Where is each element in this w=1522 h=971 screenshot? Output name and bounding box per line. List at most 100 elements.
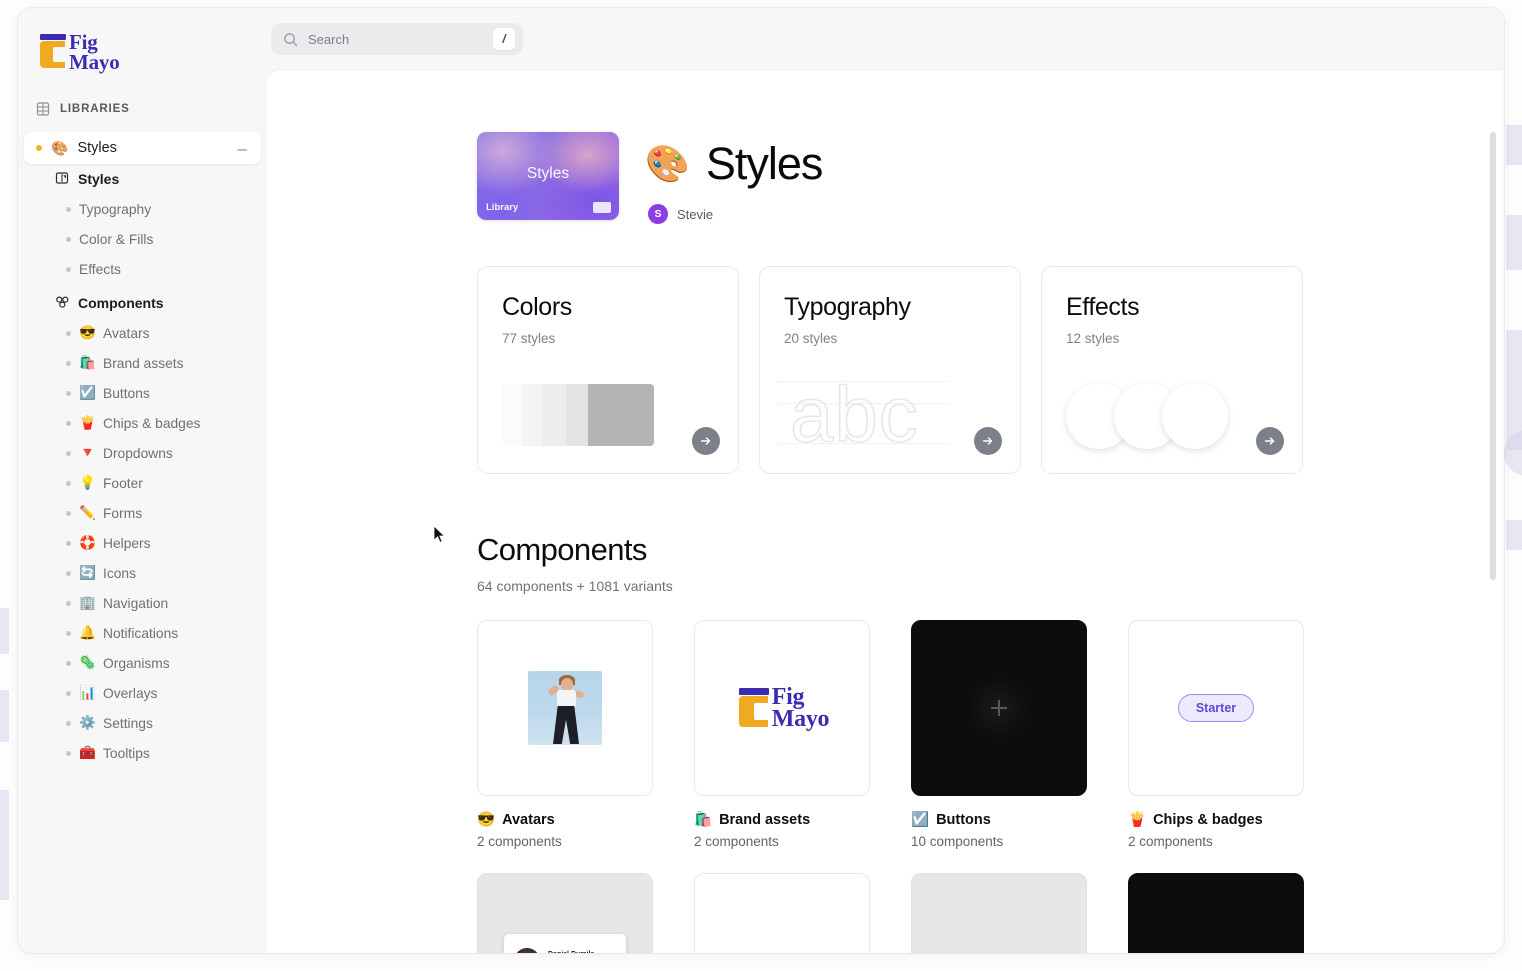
sidebar-item-label: Brand assets (103, 355, 184, 371)
component-card-footer[interactable] (694, 873, 870, 953)
sidebar-item-organisms[interactable]: 🦠 Organisms (24, 648, 261, 678)
component-card-chips-badges[interactable]: Starter 🍟 Chips & badges 2 components (1128, 620, 1304, 849)
sidebar: Fig Mayo LIBRARIES 🎨 Styles – Styles Typ… (18, 8, 267, 953)
sidebar-item-overlays[interactable]: 📊 Overlays (24, 678, 261, 708)
sidebar-item-settings[interactable]: ⚙️ Settings (24, 708, 261, 738)
component-card-helpers[interactable] (1128, 873, 1304, 953)
component-card-name-text: Chips & badges (1153, 811, 1263, 828)
components-grid: 😎 Avatars 2 components Fig Mayo 🛍️ Brand… (477, 620, 1492, 953)
bullet-icon (66, 360, 71, 366)
arrow-right-icon (982, 437, 993, 445)
effects-preview (1066, 383, 1228, 449)
status-dot-icon (36, 145, 42, 151)
sidebar-item-footer[interactable]: 💡 Footer (24, 468, 261, 498)
sidebar-item-chips-badges[interactable]: 🍟 Chips & badges (24, 408, 261, 438)
component-card-preview: Label (911, 873, 1087, 953)
owner-name: Stevie (677, 206, 714, 222)
vertical-scrollbar[interactable] (1490, 132, 1496, 580)
component-card-preview: Starter (1128, 620, 1304, 796)
sidebar-item-tooltips[interactable]: 🧰 Tooltips (24, 738, 261, 768)
avatars-emoji-icon: 😎 (477, 812, 496, 828)
sidebar-item-icons[interactable]: 🔄 Icons (24, 558, 261, 588)
avatars-emoji-icon: 😎 (79, 325, 96, 341)
search-shortcut-badge: / (493, 28, 515, 50)
sidebar-item-typography[interactable]: Typography (24, 194, 261, 224)
component-card-name-text: Brand assets (719, 811, 811, 828)
search-icon (284, 32, 298, 46)
helpers-emoji-icon: 🛟 (79, 535, 96, 551)
arrow-right-icon (700, 437, 711, 445)
bullet-icon (66, 570, 71, 576)
style-card-arrow-button[interactable] (1256, 427, 1284, 455)
typography-preview-text: abc (789, 370, 919, 458)
sidebar-section-libraries: LIBRARIES (18, 92, 267, 126)
component-card-avatars[interactable]: 😎 Avatars 2 components (477, 620, 653, 849)
dropdowns-emoji-icon: 🔻 (79, 445, 96, 461)
bullet-icon (66, 630, 71, 636)
sidebar-item-label: Forms (103, 505, 143, 521)
component-card-buttons[interactable]: ☑️ Buttons 10 components (911, 620, 1087, 849)
notifications-emoji-icon: 🔔 (79, 625, 96, 641)
component-card-preview: Daniel Dumile DanielDee@gmail.com (477, 873, 653, 953)
sidebar-library-label: Styles (77, 140, 117, 156)
components-icon (54, 295, 70, 312)
page-title: 🎨 Styles (645, 138, 823, 190)
sidebar-item-avatars[interactable]: 😎 Avatars (24, 318, 261, 348)
sidebar-item-label: Settings (103, 715, 153, 731)
user-card-preview: Daniel Dumile DanielDee@gmail.com (504, 934, 626, 953)
arrow-right-icon (1264, 437, 1275, 445)
sidebar-item-label: Tooltips (103, 745, 150, 761)
component-card-name-text: Buttons (936, 811, 991, 828)
user-card-name: Daniel Dumile (548, 951, 594, 953)
sidebar-item-notifications[interactable]: 🔔 Notifications (24, 618, 261, 648)
component-card-forms[interactable]: Label (911, 873, 1087, 953)
sidebar-item-forms[interactable]: ✏️ Forms (24, 498, 261, 528)
buttons-emoji-icon: ☑️ (79, 385, 96, 401)
style-card-typography[interactable]: Typography 20 styles abc (759, 266, 1021, 474)
style-card-colors[interactable]: Colors 77 styles (477, 266, 739, 474)
sidebar-item-label: Overlays (103, 685, 158, 701)
style-card-arrow-button[interactable] (974, 427, 1002, 455)
color-swatches-preview (502, 384, 654, 446)
brand-logo[interactable]: Fig Mayo (18, 8, 267, 80)
sidebar-item-effects[interactable]: Effects (24, 254, 261, 284)
content-canvas: Styles Library 🎨 Styles S Stevie Colors … (267, 70, 1502, 953)
bullet-icon (66, 720, 71, 726)
components-subtitle: 64 components + 1081 variants (477, 578, 673, 594)
brand-assets-emoji-icon: 🛍️ (694, 812, 713, 828)
starter-chip: Starter (1177, 694, 1255, 722)
sidebar-group-styles[interactable]: Styles (24, 164, 261, 194)
component-card-count: 2 components (477, 834, 562, 849)
avatar (514, 948, 540, 953)
plus-icon (991, 700, 1007, 716)
style-card-count: 20 styles (784, 331, 838, 346)
component-card-brand-assets[interactable]: Fig Mayo 🛍️ Brand assets 2 components (694, 620, 870, 849)
style-card-effects[interactable]: Effects 12 styles (1041, 266, 1303, 474)
book-icon (54, 171, 70, 188)
sidebar-group-label: Components (78, 295, 164, 311)
typography-preview: abc (778, 374, 948, 454)
style-card-title: Colors (502, 293, 572, 321)
component-card-dropdowns[interactable]: Daniel Dumile DanielDee@gmail.com (477, 873, 653, 953)
search-placeholder: Search (308, 31, 350, 47)
sidebar-item-dropdowns[interactable]: 🔻 Dropdowns (24, 438, 261, 468)
bullet-icon (66, 206, 71, 212)
sidebar-group-components[interactable]: Components (24, 288, 261, 318)
sidebar-item-navigation[interactable]: 🏢 Navigation (24, 588, 261, 618)
library-thumbnail[interactable]: Styles Library (477, 132, 619, 220)
overlays-emoji-icon: 📊 (79, 685, 96, 701)
sidebar-item-brand-assets[interactable]: 🛍️ Brand assets (24, 348, 261, 378)
bullet-icon (66, 390, 71, 396)
style-card-arrow-button[interactable] (692, 427, 720, 455)
sidebar-item-buttons[interactable]: ☑️ Buttons (24, 378, 261, 408)
component-card-preview (477, 620, 653, 796)
collapse-icon[interactable]: – (238, 140, 249, 157)
sidebar-item-label: Navigation (103, 595, 169, 611)
sidebar-item-helpers[interactable]: 🛟 Helpers (24, 528, 261, 558)
settings-emoji-icon: ⚙️ (79, 715, 96, 731)
style-cards: Colors 77 styles Typography 20 styles ab… (277, 266, 1492, 474)
search-input[interactable]: Search / (271, 23, 523, 55)
sidebar-library-styles[interactable]: 🎨 Styles – (24, 132, 261, 164)
sidebar-item-color-fills[interactable]: Color & Fills (24, 224, 261, 254)
brand-assets-emoji-icon: 🛍️ (79, 355, 96, 371)
